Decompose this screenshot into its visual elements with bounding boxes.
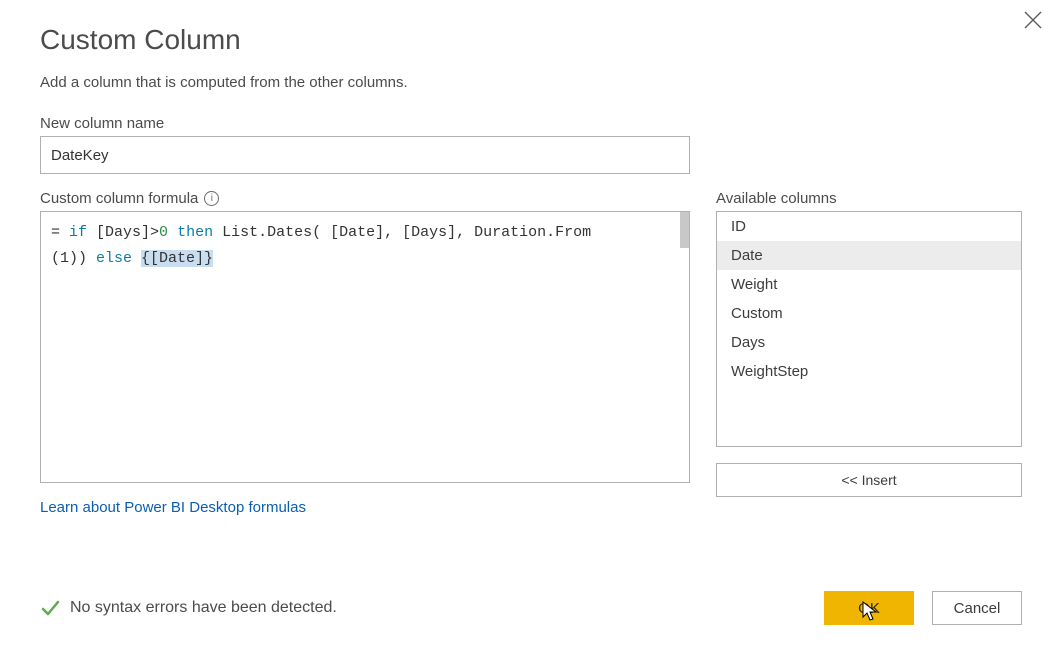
formula-token: List.Dates( [Date], [Days], Duration.Fro… xyxy=(222,224,591,241)
formula-token-else: else xyxy=(96,250,132,267)
close-button[interactable] xyxy=(1024,10,1042,34)
info-icon[interactable]: i xyxy=(204,191,219,206)
available-column-item[interactable]: Weight xyxy=(717,270,1021,299)
formula-token-then: then xyxy=(168,224,222,241)
cancel-button[interactable]: Cancel xyxy=(932,591,1022,625)
available-columns-list[interactable]: IDDateWeightCustomDaysWeightStep xyxy=(716,211,1022,447)
column-name-input[interactable] xyxy=(40,136,690,174)
learn-link[interactable]: Learn about Power BI Desktop formulas xyxy=(40,499,306,516)
formula-token-if: if xyxy=(69,224,87,241)
formula-token: (1)) xyxy=(51,250,96,267)
available-column-item[interactable]: Date xyxy=(717,241,1021,270)
column-name-label: New column name xyxy=(40,115,1022,132)
status-text: No syntax errors have been detected. xyxy=(70,599,337,617)
status-block: No syntax errors have been detected. xyxy=(40,598,337,618)
formula-token xyxy=(132,250,141,267)
formula-editor[interactable]: = if [Days]>0 then List.Dates( [Date], [… xyxy=(40,211,690,483)
available-column-item[interactable]: WeightStep xyxy=(717,357,1021,386)
column-name-label-text: New column name xyxy=(40,115,164,132)
ok-button-label: OK xyxy=(858,600,880,617)
formula-label: Custom column formula i xyxy=(40,190,690,207)
available-column-item[interactable]: Days xyxy=(717,328,1021,357)
scrollbar-thumb[interactable] xyxy=(680,212,689,248)
formula-token: [Days]> xyxy=(87,224,159,241)
dialog-subtitle: Add a column that is computed from the o… xyxy=(40,74,1022,91)
formula-selection-highlight: {[Date]} xyxy=(141,250,213,267)
available-columns-label: Available columns xyxy=(716,190,1022,207)
insert-button[interactable]: << Insert xyxy=(716,463,1022,497)
available-column-item[interactable]: Custom xyxy=(717,299,1021,328)
formula-token: 0 xyxy=(159,224,168,241)
formula-token: = xyxy=(51,224,69,241)
dialog-title: Custom Column xyxy=(40,24,1022,56)
formula-label-text: Custom column formula xyxy=(40,190,198,207)
close-icon xyxy=(1024,8,1042,35)
available-columns-label-text: Available columns xyxy=(716,190,837,207)
ok-button[interactable]: OK xyxy=(824,591,914,625)
check-icon xyxy=(40,598,60,618)
available-column-item[interactable]: ID xyxy=(717,212,1021,241)
